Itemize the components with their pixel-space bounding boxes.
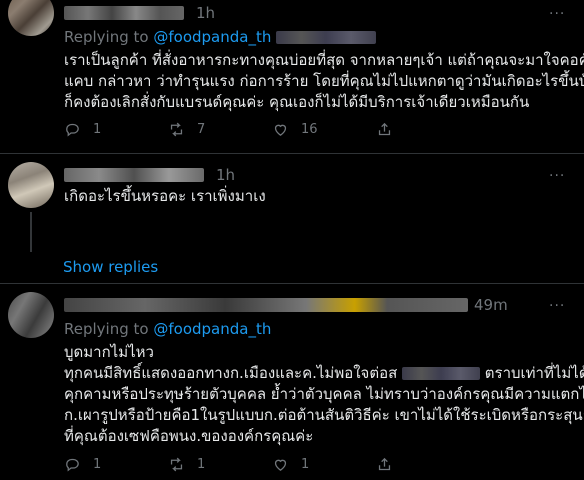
timestamp[interactable]: 1h [196,4,215,22]
retweet-icon [170,457,183,472]
display-name-redacted[interactable] [64,298,468,312]
tweet-actions: 1 1 1 [64,456,544,476]
share-icon [378,457,391,471]
tweet-2[interactable]: 1h ··· เกิดอะไรขึ้นหรอคะ เราเพิ่งมาเง Sh… [0,154,584,284]
reply-icon [66,123,79,137]
reply-button[interactable]: 1 [64,456,101,473]
share-button[interactable] [376,456,405,473]
heart-icon [274,124,287,136]
retweet-button[interactable]: 1 [168,456,205,473]
display-name-redacted[interactable] [64,6,184,20]
tweet-text: เกิดอะไรขึ้นหรอคะ เราเพิ่งมาเง [64,187,266,205]
like-button[interactable]: 1 [272,456,309,473]
timestamp[interactable]: 49m [474,296,508,314]
replying-handle-link[interactable]: @foodpanda_th [153,320,271,338]
avatar[interactable] [8,0,54,36]
replying-to: Replying to @foodpanda_th [64,320,272,338]
tweet-3[interactable]: 49m ··· Replying to @foodpanda_th บูดมาก… [0,284,584,480]
retweet-button[interactable]: 7 [168,121,205,138]
like-button[interactable]: 16 [272,121,318,138]
avatar[interactable] [8,162,54,208]
show-replies-link[interactable]: Show replies [63,258,158,276]
timestamp[interactable]: 1h [216,166,235,184]
reply-button[interactable]: 1 [64,121,101,138]
tweet-actions: 1 7 16 [64,121,544,141]
tweet-1[interactable]: 1h ··· Replying to @foodpanda_th เราเป็น… [0,0,584,152]
heart-icon [274,459,287,471]
redacted-text [402,367,481,380]
replying-to: Replying to @foodpanda_th [64,28,377,46]
reply-icon [66,458,79,472]
more-options-icon[interactable]: ··· [549,298,565,314]
display-name-redacted[interactable] [64,168,204,182]
thread-line [30,212,32,252]
share-icon [378,122,391,136]
redacted-handle [276,31,377,44]
tweet-text: บูดมากไม่ไหว ทุกคนมีสิทธิ์แสดงออกทางก.เม… [64,342,584,447]
retweet-icon [170,122,183,137]
tweet-text: เราเป็นลูกค้า ที่สั่งอาหารกะทางคุณบ่อยที… [64,51,584,111]
avatar[interactable] [8,292,54,338]
more-options-icon[interactable]: ··· [549,168,565,184]
more-options-icon[interactable]: ··· [549,6,565,22]
share-button[interactable] [376,121,405,138]
text-line-with-redaction: ทุกคนมีสิทธิ์แสดงออกทางก.เมืองและค.ไม่พอ… [64,364,584,382]
replying-handle-link[interactable]: @foodpanda_th [153,28,271,46]
